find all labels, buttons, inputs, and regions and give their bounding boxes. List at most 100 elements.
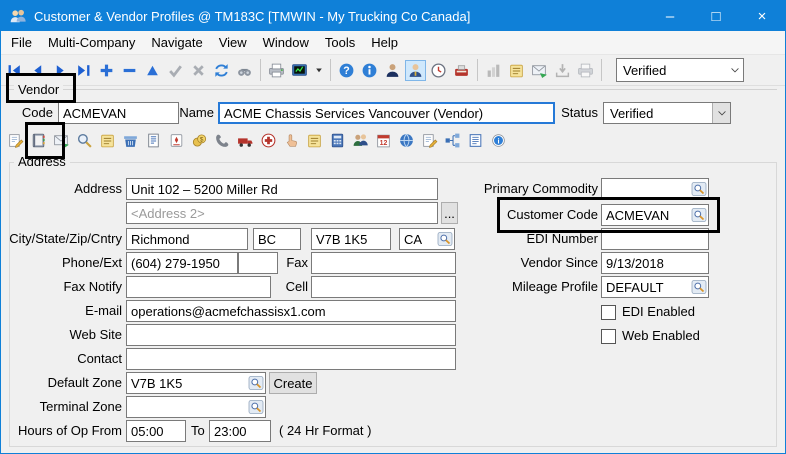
export-icon[interactable] xyxy=(575,60,596,81)
web-icon[interactable] xyxy=(396,130,417,151)
create-button[interactable]: Create xyxy=(269,372,317,394)
edit-record-icon[interactable] xyxy=(142,60,163,81)
chevron-down-icon[interactable] xyxy=(712,103,730,123)
status-dropdown[interactable]: Verified xyxy=(603,102,731,124)
website-input[interactable] xyxy=(126,324,456,346)
pointer-icon[interactable] xyxy=(281,130,302,151)
vendor-since-input[interactable] xyxy=(601,252,709,274)
customer-code-value: ACMEVAN xyxy=(602,208,691,223)
about-icon[interactable]: i xyxy=(488,130,509,151)
cancel-edit-icon[interactable] xyxy=(188,60,209,81)
vendors-icon[interactable] xyxy=(405,60,426,81)
zip-input[interactable] xyxy=(311,228,391,250)
terminal-zone-label: Terminal Zone xyxy=(1,396,122,418)
last-record-icon[interactable] xyxy=(73,60,94,81)
info-round-icon[interactable] xyxy=(359,60,380,81)
maximize-button[interactable]: □ xyxy=(693,1,739,31)
address-input[interactable] xyxy=(126,178,438,200)
address2-input[interactable] xyxy=(126,202,438,224)
insert-record-icon[interactable] xyxy=(96,60,117,81)
city-input[interactable] xyxy=(126,228,248,250)
help-icon[interactable]: ? xyxy=(336,60,357,81)
edi-enabled-checkbox[interactable] xyxy=(601,305,616,320)
menu-multi-company[interactable]: Multi-Company xyxy=(40,32,143,53)
first-record-icon[interactable] xyxy=(4,60,25,81)
calendar-icon[interactable]: 12 xyxy=(373,130,394,151)
send-mail-icon[interactable] xyxy=(51,130,72,151)
menu-file[interactable]: File xyxy=(3,32,40,53)
name-input[interactable] xyxy=(218,102,555,124)
hierarchy-icon[interactable] xyxy=(442,130,463,151)
phone-input[interactable] xyxy=(126,252,238,274)
customers-icon[interactable] xyxy=(382,60,403,81)
default-zone-label: Default Zone xyxy=(1,372,122,394)
contacts-icon[interactable] xyxy=(350,130,371,151)
hours-from-input[interactable] xyxy=(126,420,186,442)
container-icon[interactable] xyxy=(120,130,141,151)
title-bar: Customer & Vendor Profiles @ TM183C [TMW… xyxy=(1,1,785,31)
hours-of-op-label: Hours of Op From xyxy=(1,420,122,442)
list-icon[interactable] xyxy=(465,130,486,151)
chevron-down-icon[interactable] xyxy=(726,59,743,81)
send-mail-icon[interactable] xyxy=(529,60,550,81)
report-icon[interactable] xyxy=(143,130,164,151)
find-icon[interactable] xyxy=(234,60,255,81)
hours-to-input[interactable] xyxy=(209,420,271,442)
notes-icon[interactable] xyxy=(506,60,527,81)
money-icon[interactable]: $ xyxy=(189,130,210,151)
edi-number-input[interactable] xyxy=(601,228,709,250)
safety-icon[interactable] xyxy=(258,130,279,151)
toolbar-status-dropdown[interactable]: Verified xyxy=(616,58,744,82)
refresh-icon[interactable] xyxy=(211,60,232,81)
next-record-icon[interactable] xyxy=(50,60,71,81)
console-icon[interactable] xyxy=(289,60,310,81)
mileage-profile-field[interactable]: DEFAULT xyxy=(601,276,709,298)
tools-icon[interactable] xyxy=(451,60,472,81)
web-enabled-checkbox[interactable] xyxy=(601,329,616,344)
minimize-button[interactable]: – xyxy=(647,1,693,31)
memo-icon[interactable] xyxy=(304,130,325,151)
contact-input[interactable] xyxy=(126,348,456,370)
menu-window[interactable]: Window xyxy=(255,32,317,53)
dropdown-chevron-icon[interactable] xyxy=(312,60,325,81)
menu-help[interactable]: Help xyxy=(363,32,406,53)
chart-icon[interactable] xyxy=(483,60,504,81)
calculator-icon[interactable] xyxy=(327,130,348,151)
close-button[interactable]: × xyxy=(739,1,785,31)
phone-icon[interactable] xyxy=(212,130,233,151)
prior-record-icon[interactable] xyxy=(27,60,48,81)
post-edit-icon[interactable] xyxy=(165,60,186,81)
print-icon[interactable] xyxy=(266,60,287,81)
default-zone-field[interactable]: V7B 1K5 xyxy=(126,372,266,394)
history-icon[interactable] xyxy=(428,60,449,81)
lookup-icon[interactable] xyxy=(691,279,707,295)
edit-doc-icon[interactable] xyxy=(419,130,440,151)
address-book-icon[interactable] xyxy=(28,130,49,151)
notes-icon[interactable] xyxy=(97,130,118,151)
lookup-icon[interactable] xyxy=(248,399,264,415)
state-input[interactable] xyxy=(253,228,301,250)
rate-card-icon[interactable] xyxy=(166,130,187,151)
lookup-icon[interactable] xyxy=(691,207,707,223)
country-value: CA xyxy=(400,232,437,247)
import-icon[interactable] xyxy=(552,60,573,81)
primary-commodity-field[interactable] xyxy=(601,178,709,200)
delete-record-icon[interactable] xyxy=(119,60,140,81)
zoom-icon[interactable] xyxy=(74,130,95,151)
address-label: Address xyxy=(1,178,122,200)
terminal-zone-field[interactable] xyxy=(126,396,266,418)
lookup-icon[interactable] xyxy=(691,181,707,197)
customer-code-field[interactable]: ACMEVAN xyxy=(601,204,709,226)
email-input[interactable] xyxy=(126,300,456,322)
cell-input[interactable] xyxy=(311,276,456,298)
menu-navigate[interactable]: Navigate xyxy=(143,32,210,53)
truck-icon[interactable] xyxy=(235,130,256,151)
lookup-icon[interactable] xyxy=(248,375,264,391)
menu-tools[interactable]: Tools xyxy=(317,32,363,53)
edit-note-icon[interactable] xyxy=(5,130,26,151)
toolbar-separator xyxy=(260,59,261,81)
menu-view[interactable]: View xyxy=(211,32,255,53)
fax-notify-input[interactable] xyxy=(126,276,271,298)
fax-input[interactable] xyxy=(311,252,456,274)
mileage-profile-value: DEFAULT xyxy=(602,280,691,295)
